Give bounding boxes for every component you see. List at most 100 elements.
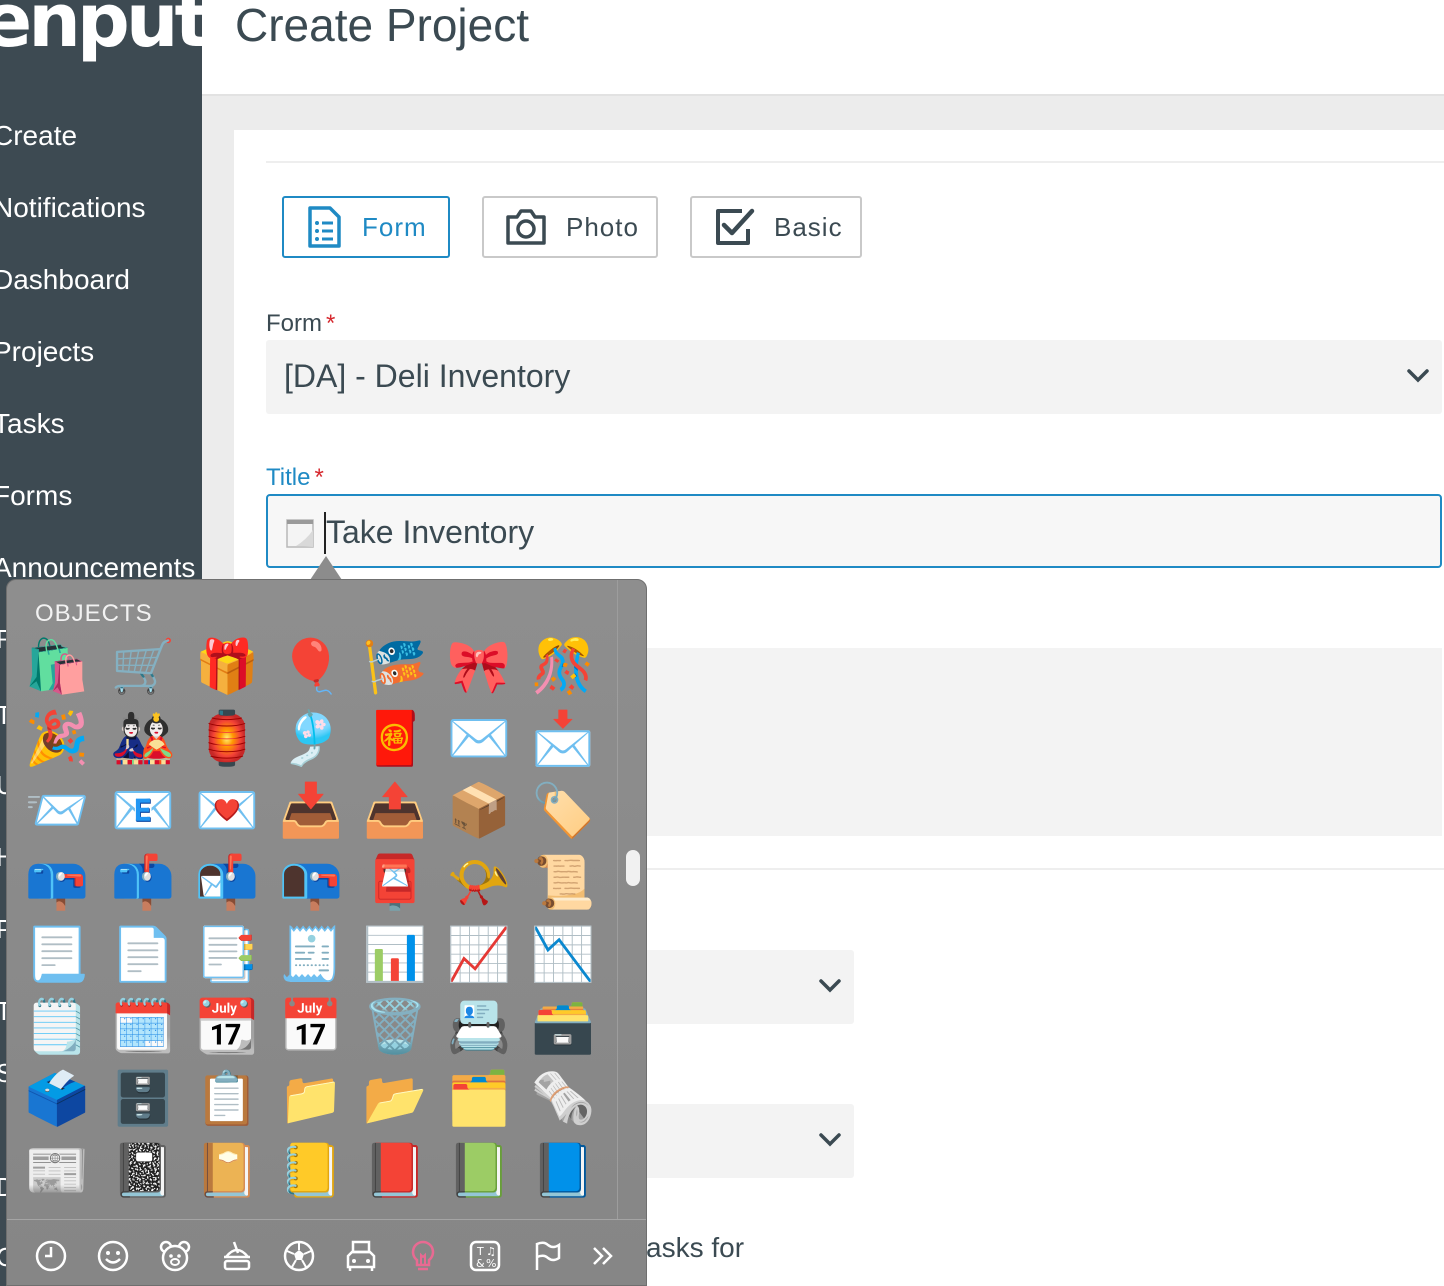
- emoji-cell[interactable]: 📤: [359, 776, 431, 846]
- emoji-cell[interactable]: 🏷️: [527, 776, 599, 846]
- emoji-cell[interactable]: 📃: [21, 920, 93, 990]
- description-textarea[interactable]: [640, 648, 1442, 836]
- emoji-cell[interactable]: 📓: [107, 1136, 179, 1206]
- emoji-cell[interactable]: 🗄️: [107, 1064, 179, 1134]
- emoji-cell[interactable]: 🧾: [275, 920, 347, 990]
- emoji-cell[interactable]: 📬: [191, 848, 263, 918]
- emoji-cell[interactable]: 📉: [527, 920, 599, 990]
- soccer-ball-icon[interactable]: [281, 1238, 317, 1274]
- emoji-cell[interactable]: 🗞️: [527, 1064, 599, 1134]
- emoji-cell[interactable]: 📄: [107, 920, 179, 990]
- emoji-cell[interactable]: 📘: [527, 1136, 599, 1206]
- emoji-picker-pointer: [310, 556, 342, 580]
- emoji-category-title: OBJECTS: [35, 600, 153, 627]
- emoji-cell[interactable]: 📒: [275, 1136, 347, 1206]
- emoji-cell[interactable]: 📂: [359, 1064, 431, 1134]
- emoji-cell[interactable]: 📮: [359, 848, 431, 918]
- title-label-text: Title: [266, 464, 311, 491]
- emoji-cell[interactable]: 📗: [443, 1136, 515, 1206]
- emoji-cell[interactable]: 📜: [527, 848, 599, 918]
- emoji-cell[interactable]: 🎊: [527, 632, 599, 702]
- emoji-cell[interactable]: 📑: [191, 920, 263, 990]
- required-mark: *: [326, 310, 336, 337]
- emoji-cell[interactable]: 🎀: [443, 632, 515, 702]
- emoji-cell[interactable]: 🛍️: [21, 632, 93, 702]
- emoji-cell[interactable]: 🗒️: [21, 992, 93, 1062]
- emoji-cell[interactable]: 📊: [359, 920, 431, 990]
- emoji-cell[interactable]: 🏮: [191, 704, 263, 774]
- project-type-basic-button[interactable]: Basic: [690, 196, 862, 258]
- project-type-label: Basic: [774, 211, 843, 242]
- emoji-cell[interactable]: 📭: [275, 848, 347, 918]
- lightbulb-icon[interactable]: [405, 1238, 441, 1274]
- sidebar-item-notifications[interactable]: Notifications: [0, 192, 146, 224]
- emoji-cell[interactable]: 🎎: [107, 704, 179, 774]
- emoji-scrollbar-thumb[interactable]: [626, 850, 640, 886]
- emoji-cell[interactable]: 📫: [107, 848, 179, 918]
- emoji-cell[interactable]: 🗑️: [359, 992, 431, 1062]
- more-icon[interactable]: [585, 1238, 621, 1274]
- sidebar-item-dashboard[interactable]: Dashboard: [0, 264, 130, 296]
- emoji-cell[interactable]: 📅: [275, 992, 347, 1062]
- emoji-scrollbar[interactable]: [617, 580, 646, 1220]
- title-input[interactable]: Take Inventory: [266, 494, 1442, 568]
- clock-icon[interactable]: [33, 1238, 69, 1274]
- app-logo[interactable]: enput.: [0, 0, 202, 64]
- sidebar-item-forms[interactable]: Forms: [0, 480, 72, 512]
- divider: [266, 161, 1444, 163]
- sidebar-item-tasks[interactable]: Tasks: [0, 408, 65, 440]
- emoji-cell[interactable]: 📰: [21, 1136, 93, 1206]
- chevron-down-icon: [819, 1133, 841, 1147]
- emoji-cell[interactable]: 📥: [275, 776, 347, 846]
- emoji-cell[interactable]: 📋: [191, 1064, 263, 1134]
- emoji-cell[interactable]: 📨: [21, 776, 93, 846]
- smiley-icon[interactable]: [95, 1238, 131, 1274]
- emoji-cell[interactable]: 🗳️: [21, 1064, 93, 1134]
- secondary-select[interactable]: [640, 950, 854, 1024]
- svg-text:%: %: [486, 1257, 496, 1270]
- project-type-form-button[interactable]: Form: [282, 196, 450, 258]
- emoji-cell[interactable]: 🎈: [275, 632, 347, 702]
- sidebar-item-projects[interactable]: Projects: [0, 336, 94, 368]
- sidebar-item-create[interactable]: Create: [0, 120, 77, 152]
- flag-icon[interactable]: [529, 1238, 565, 1274]
- checkbox-icon: [716, 208, 755, 245]
- form-select[interactable]: [DA] - Deli Inventory: [266, 340, 1442, 414]
- emoji-cell[interactable]: 📆: [191, 992, 263, 1062]
- emoji-cell[interactable]: 🗓️: [107, 992, 179, 1062]
- emoji-cell[interactable]: 📕: [359, 1136, 431, 1206]
- emoji-cell[interactable]: 🗃️: [527, 992, 599, 1062]
- vehicle-icon[interactable]: [343, 1238, 379, 1274]
- emoji-cell[interactable]: 🎐: [275, 704, 347, 774]
- emoji-cell[interactable]: 🎉: [21, 704, 93, 774]
- emoji-cell[interactable]: 📇: [443, 992, 515, 1062]
- symbols-icon[interactable]: T ♫ &%: [467, 1238, 503, 1274]
- emoji-picker: OBJECTS 🛍️ 🛒 🎁 🎈 🎏 🎀 🎊 🎉 🎎 🏮 🎐 🧧 ✉️ 📩 📨 📧 💌 📥 📤 📦 🏷️ 📪 📫 📬 📭 📮 📯 📜 📃…: [6, 579, 647, 1286]
- project-type-photo-button[interactable]: Photo: [482, 196, 658, 258]
- emoji-cell[interactable]: 📪: [21, 848, 93, 918]
- emoji-cell[interactable]: 📧: [107, 776, 179, 846]
- title-input-value: Take Inventory: [326, 514, 535, 550]
- secondary-select[interactable]: [640, 1104, 854, 1178]
- page-header: Create Project: [202, 0, 1444, 96]
- emoji-cell[interactable]: 🛒: [107, 632, 179, 702]
- emoji-cell[interactable]: ✉️: [443, 704, 515, 774]
- food-icon[interactable]: [219, 1238, 255, 1274]
- memo-icon: [286, 519, 314, 548]
- emoji-cell[interactable]: 📯: [443, 848, 515, 918]
- list-document-icon: [308, 206, 341, 248]
- title-field-label: Title *: [266, 464, 324, 492]
- form-field-label: Form *: [266, 310, 335, 338]
- emoji-cell[interactable]: 🎏: [359, 632, 431, 702]
- emoji-cell[interactable]: 📈: [443, 920, 515, 990]
- emoji-cell[interactable]: 💌: [191, 776, 263, 846]
- emoji-cell[interactable]: 🗂️: [443, 1064, 515, 1134]
- emoji-cell[interactable]: 🧧: [359, 704, 431, 774]
- bear-icon[interactable]: [157, 1238, 193, 1274]
- emoji-cell[interactable]: 📦: [443, 776, 515, 846]
- emoji-cell[interactable]: 📔: [191, 1136, 263, 1206]
- emoji-cell[interactable]: 📩: [527, 704, 599, 774]
- required-mark: *: [314, 464, 324, 491]
- emoji-cell[interactable]: 📁: [275, 1064, 347, 1134]
- emoji-cell[interactable]: 🎁: [191, 632, 263, 702]
